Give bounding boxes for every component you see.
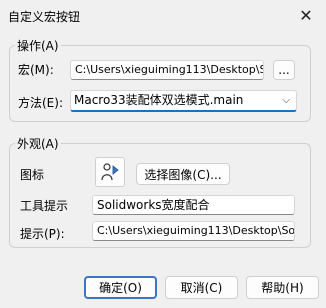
method-label: 方法(E): xyxy=(18,96,63,110)
method-dropdown[interactable]: Macro33装配体双选模式.main ⌵ xyxy=(70,90,297,112)
macro-path-field[interactable]: C:\Users\xieguiming113\Desktop\Sol xyxy=(70,60,264,80)
method-value: Macro33装配体双选模式.main xyxy=(74,93,244,107)
close-icon[interactable]: ✕ xyxy=(286,0,326,30)
macro-button-dialog: 自定义宏按钮 ✕ 操作(A) 宏(M): C:\Users\xieguiming… xyxy=(0,0,326,308)
operation-legend: 操作(A) xyxy=(15,37,61,54)
cancel-button[interactable]: 取消(C) xyxy=(165,276,238,299)
dialog-title: 自定义宏按钮 xyxy=(8,10,81,24)
tooltip-field[interactable]: Solidworks宽度配合 xyxy=(92,195,295,215)
appearance-legend: 外观(A) xyxy=(15,135,61,152)
chevron-down-icon: ⌵ xyxy=(282,95,290,106)
macro-icon-preview[interactable] xyxy=(95,157,125,187)
macro-run-icon xyxy=(101,163,119,181)
browse-button[interactable]: ... xyxy=(273,60,295,80)
prompt-field[interactable]: C:\Users\xieguiming113\Desktop\Solic xyxy=(92,221,295,241)
tooltip-label: 工具提示 xyxy=(20,199,69,213)
title-bar: 自定义宏按钮 ✕ xyxy=(0,0,326,30)
macro-label: 宏(M): xyxy=(18,63,54,77)
select-image-button[interactable]: 选择图像(C)... xyxy=(136,163,230,185)
icon-label: 图标 xyxy=(20,168,45,182)
help-button[interactable]: 帮助(H) xyxy=(246,276,319,299)
prompt-label: 提示(P): xyxy=(20,227,65,241)
ok-button[interactable]: 确定(O) xyxy=(84,276,157,299)
